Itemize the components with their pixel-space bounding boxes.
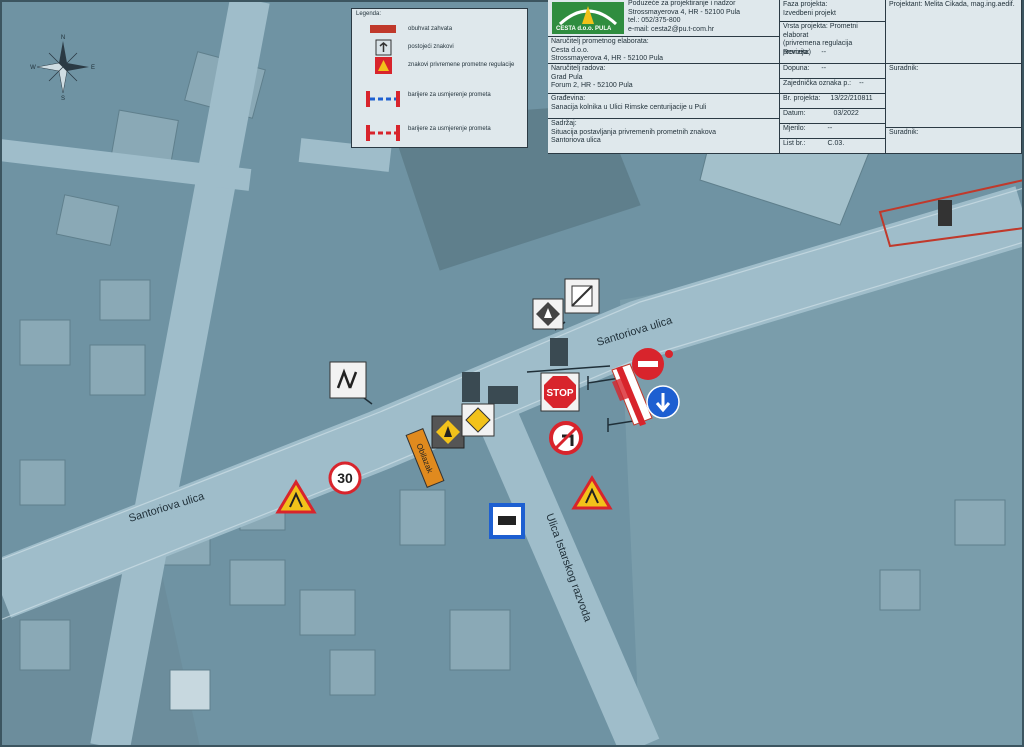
legend-label: barijere za usmjerenje prometa [408,92,491,98]
legend-item-barriers-a: barijere za usmjerenje prometa [352,87,527,113]
vrsta-label: Vrsta projekta: [783,23,828,30]
mjerilo-value: -- [827,125,833,132]
revizija-value: -- [821,49,827,56]
list-label: List br.: [783,140,806,147]
zajednicka-value: -- [859,80,864,87]
legend-panel: Legenda: obuhvat zahvata postojeći znako… [351,8,528,148]
mjerilo-label: Mjerilo: [783,125,806,132]
narucitelj-elaborata-line1: Cesta d.o.o. [551,46,589,54]
logo-text: CESTA d.o.o. PULA [556,25,612,32]
barrier-icon [366,91,400,107]
zajednicka-label: Zajednička oznaka p.: [783,80,852,87]
sign-stop: STOP [540,372,580,412]
compass-w: W [30,65,36,71]
suradnik1-label: Suradnik: [889,65,919,72]
dopuna-value: -- [821,65,827,72]
legend-title: Legenda: [356,11,382,17]
compass-e: E [91,65,95,71]
compass-n: N [61,35,65,41]
barrier-icon [366,125,400,141]
compass-s: S [61,96,65,102]
gradjevina-value: Sanacija kolnika u Ulici Rimske centurij… [551,103,707,111]
legend-item-existing-signs: postojeći znakovi [352,39,527,57]
legend-item-temporary-signs: znakovi privremene prometne regulacije [352,57,527,75]
legend-item-work-zone: obuhvat zahvata [352,21,527,39]
suradnik2-cell: Suradnik: [886,128,1022,154]
company-line4: e-mail: cesta2@pu.t-com.hr [628,25,715,33]
sadrzaj-line2: Santoriova ulica [551,137,601,144]
sign-end-priority [564,278,600,314]
stop-sign-text: STOP [546,388,573,399]
legend-item-barriers-b: barijere za usmjerenje prometa [352,121,527,147]
narucitelj-radova-line1: Grad Pula [551,73,583,81]
narucitelj-radova-cell: Naručitelj radova: Grad Pula Forum 2, HR… [548,64,780,94]
road-logo-icon [558,6,618,26]
datum-cell: Datum: 03/2022 [780,109,886,124]
faza-label: Faza projekta: [783,1,828,8]
suradnik1-cell: Suradnik: [886,64,1022,128]
revizija-cell: Revizija: -- [780,48,886,64]
sign-mandatory-direction [646,385,680,419]
sign-pedestrian-warning-mid [431,415,465,449]
temporary-sign-icon [375,57,392,74]
sadrzaj-cell: Sadržaj: Situacija postavljanja privreme… [548,119,780,154]
datum-value: 03/2022 [833,110,859,117]
dopuna-label: Dopuna: [783,65,810,72]
projektant-cell: Projektant: Melita Cikada, mag.ing.aedif… [886,0,1022,64]
existing-sign-icon [375,39,392,56]
sign-children-warning [329,361,367,399]
faza-value: Izvedbeni projekt [783,9,836,17]
narucitelj-elaborata-label: Naručitelj prometnog elaborata: [551,38,649,45]
company-line3: tel.: 052/375-800 [628,17,681,24]
gradjevina-label: Građevina: [551,95,586,102]
br-projekta-cell: Br. projekta: 13/22/210811 [780,94,886,109]
company-cell: CESTA d.o.o. PULA Poduzeće za projektira… [548,0,780,37]
sign-pedestrian-warning-top [532,298,564,330]
sign-no-left-turn [549,421,583,455]
legend-label: barijere za usmjerenje prometa [408,126,491,132]
speed-limit-text: 30 [337,470,353,486]
datum-label: Datum: [783,110,806,117]
crosswalk-marking [938,200,952,226]
dopuna-cell: Dopuna: -- [780,64,886,79]
list-cell: List br.: C.03. [780,139,886,154]
company-line2: Strossmayerova 4, HR - 52100 Pula [628,8,741,16]
suradnik2-label: Suradnik: [889,129,919,136]
sadrzaj-label: Sadržaj: [551,120,577,127]
gradjevina-cell: Građevina: Sanacija kolnika u Ulici Rims… [548,94,780,119]
narucitelj-elaborata-line2: Strossmayerova 4, HR - 52100 Pula [551,55,664,62]
legend-label: znakovi privremene prometne regulacije [408,62,515,68]
revizija-label: Revizija: [783,49,810,56]
narucitelj-radova-line2: Forum 2, HR - 52100 Pula [551,82,633,89]
list-value: C.03. [827,140,845,147]
narucitelj-elaborata-cell: Naručitelj prometnog elaborata: Cesta d.… [548,37,780,64]
mjerilo-cell: Mjerilo: -- [780,124,886,139]
sadrzaj-line1: Situacija postavljanja privremenih prome… [551,128,716,136]
faza-cell: Faza projekta: Izvedbeni projekt [780,0,886,22]
br-projekta-label: Br. projekta: [783,95,821,102]
sign-priority-road [461,403,495,437]
company-logo: CESTA d.o.o. PULA [552,2,624,34]
projektant-text: Projektant: Melita Cikada, mag.ing.aedif… [889,1,1015,8]
company-line1: Poduzeće za projektiranje i nadzor [628,0,736,7]
work-zone-swatch-icon [370,25,396,33]
legend-label: obuhvat zahvata [408,26,453,32]
zajednicka-cell: Zajednička oznaka p.: -- [780,79,886,94]
legend-label: postojeći znakovi [408,44,454,50]
title-block: CESTA d.o.o. PULA Poduzeće za projektira… [548,0,1022,154]
narucitelj-radova-label: Naručitelj radova: [551,65,606,72]
sign-speed-limit: 30 [328,461,362,495]
sign-bus-stop [489,503,525,539]
br-projekta-value: 13/22/210811 [830,95,873,102]
